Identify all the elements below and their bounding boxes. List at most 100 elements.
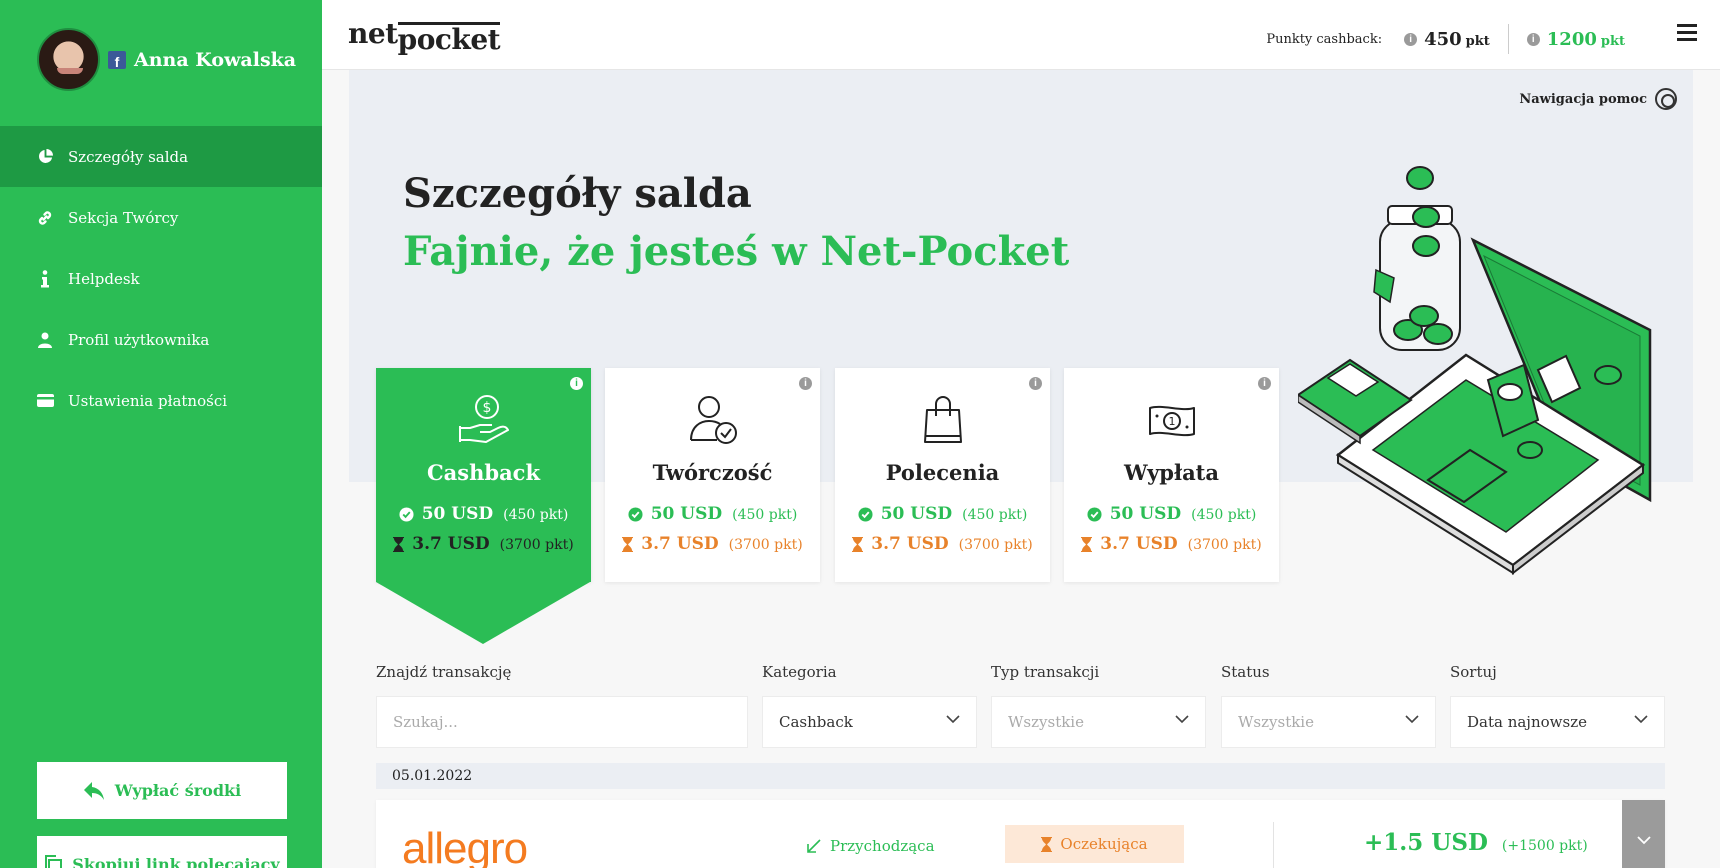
page-subtitle: Fajnie, że jesteś w Net-Pocket <box>403 228 1070 275</box>
lifebuoy-icon <box>1655 88 1677 110</box>
points-total-value: 1200 <box>1546 28 1597 50</box>
sort-label: Sortuj <box>1450 663 1497 681</box>
chevron-down-icon <box>1636 835 1651 844</box>
status-label: Status <box>1221 663 1270 681</box>
user-check-icon <box>689 396 737 444</box>
sidebar-nav: Szczegóły salda Sekcja Twórcy Helpdesk P… <box>0 126 322 431</box>
divider <box>1273 822 1274 868</box>
reply-arrow-icon <box>83 781 105 801</box>
status-select[interactable]: Wszystkie <box>1221 696 1436 748</box>
sort-select[interactable]: Data najnowsze <box>1450 696 1665 748</box>
help-label: Nawigacja pomoc <box>1519 91 1647 107</box>
amount-points: (+1500 pkt) <box>1501 838 1588 854</box>
confirmed-points: (450 pkt) <box>503 507 569 523</box>
shopping-bag-icon <box>923 396 962 443</box>
info-icon[interactable]: i <box>1526 32 1540 46</box>
date-group-header: 05.01.2022 <box>376 763 1665 789</box>
pie-chart-icon <box>36 149 54 164</box>
confirmed-balance: 50 USD (450 pkt) <box>1064 504 1279 524</box>
check-circle-icon <box>399 506 414 522</box>
hourglass-icon <box>1041 836 1053 852</box>
copy-icon <box>44 854 63 868</box>
pending-balance: 3.7 USD (3700 pkt) <box>835 534 1050 554</box>
card-referrals[interactable]: i Polecenia 50 USD (450 pkt) 3.7 USD (37… <box>835 368 1050 582</box>
card-title: Wypłata <box>1123 460 1219 485</box>
card-title: Cashback <box>426 460 541 485</box>
chevron-down-icon <box>946 715 960 724</box>
user-name[interactable]: Anna Kowalska <box>134 49 296 71</box>
pending-points: (3700 pkt) <box>958 537 1033 553</box>
check-circle-icon <box>1087 506 1102 522</box>
sidebar-item-creator[interactable]: Sekcja Twórcy <box>0 187 322 248</box>
copy-link-label: Skopiuj link polecający <box>72 855 280 868</box>
info-icon[interactable]: i <box>799 377 812 390</box>
confirmed-points: (450 pkt) <box>1191 507 1257 523</box>
search-label: Znajdź transakcję <box>376 663 512 681</box>
confirmed-amount: 50 USD <box>1109 504 1182 524</box>
credit-card-icon <box>36 394 54 407</box>
incoming-arrow-icon <box>807 839 821 853</box>
info-icon[interactable]: i <box>1258 377 1271 390</box>
laptop-money-illustration <box>1296 160 1668 590</box>
card-payout[interactable]: i 1 Wypłata 50 USD (450 pkt) 3.7 USD (37… <box>1064 368 1279 582</box>
status-label: Oczekująca <box>1060 835 1148 853</box>
check-circle-icon <box>858 506 873 522</box>
hamburger-menu-icon[interactable] <box>1677 24 1697 42</box>
search-placeholder: Szukaj... <box>393 713 458 731</box>
help-navigation-link[interactable]: Nawigacja pomoc <box>1519 88 1677 110</box>
logo-text-pocket: pocket <box>397 22 501 56</box>
info-icon[interactable]: i <box>570 377 583 390</box>
transaction-type-select[interactable]: Wszystkie <box>991 696 1206 748</box>
chevron-down-icon <box>1175 715 1189 724</box>
expand-row-button[interactable] <box>1622 800 1665 868</box>
user-profile[interactable]: f Anna Kowalska <box>37 28 296 91</box>
search-input[interactable]: Szukaj... <box>376 696 748 748</box>
pending-points: (3700 pkt) <box>1187 537 1262 553</box>
check-circle-icon <box>628 506 643 522</box>
pending-amount: 3.7 USD <box>871 534 949 554</box>
sidebar-item-helpdesk[interactable]: Helpdesk <box>0 248 322 309</box>
info-icon[interactable]: i <box>1404 32 1418 46</box>
hourglass-icon <box>1081 536 1093 552</box>
hourglass-icon <box>852 536 864 552</box>
confirmed-points: (450 pkt) <box>962 507 1028 523</box>
withdraw-button[interactable]: Wypłać środki <box>37 762 287 819</box>
transaction-row[interactable]: allegro Przychodząca Oczekująca +1.5 USD… <box>376 800 1665 868</box>
pending-amount: 3.7 USD <box>412 534 490 554</box>
confirmed-amount: 50 USD <box>421 504 494 524</box>
divider <box>1507 24 1509 54</box>
netpocket-logo[interactable]: netpocket <box>348 16 501 54</box>
sidebar: f Anna Kowalska Szczegóły salda Sekcja T… <box>0 0 322 868</box>
category-select[interactable]: Cashback <box>762 696 977 748</box>
avatar[interactable] <box>37 28 100 91</box>
sidebar-item-label: Sekcja Twórcy <box>68 208 179 227</box>
card-cashback[interactable]: i $ Cashback 50 USD (450 pkt) 3.7 USD (3… <box>376 368 591 582</box>
banknote-icon: 1 <box>1148 405 1195 437</box>
pending-balance: 3.7 USD (3700 pkt) <box>1064 534 1279 554</box>
hourglass-icon <box>393 536 405 552</box>
top-header: netpocket Punkty cashback: i 450 pkt i 1… <box>322 0 1720 70</box>
sidebar-item-profile[interactable]: Profil użytkownika <box>0 309 322 370</box>
copy-referral-link-button[interactable]: Skopiuj link polecający <box>37 836 287 868</box>
transaction-amount: +1.5 USD (+1500 pkt) <box>1364 829 1588 856</box>
info-icon[interactable]: i <box>1029 377 1042 390</box>
points-label: Punkty cashback: <box>1266 31 1383 47</box>
status-badge: Oczekująca <box>1005 825 1184 863</box>
confirmed-amount: 50 USD <box>880 504 953 524</box>
transaction-type: Przychodząca <box>806 837 935 855</box>
sidebar-item-payment-settings[interactable]: Ustawienia płatności <box>0 370 322 431</box>
info-icon <box>36 269 54 288</box>
card-creativity[interactable]: i Twórczość 50 USD (450 pkt) 3.7 USD (37… <box>605 368 820 582</box>
sidebar-item-label: Helpdesk <box>68 269 140 288</box>
date-group-label: 05.01.2022 <box>392 768 473 784</box>
user-icon <box>36 332 54 348</box>
card-title: Polecenia <box>885 460 1000 485</box>
points-confirmed-value: 450 <box>1424 28 1462 50</box>
logo-text-net: net <box>348 17 398 50</box>
category-label: Kategoria <box>762 663 837 681</box>
pending-balance: 3.7 USD (3700 pkt) <box>605 534 820 554</box>
sidebar-item-balance[interactable]: Szczegóły salda <box>0 126 322 187</box>
chevron-down-icon <box>1405 715 1419 724</box>
confirmed-points: (450 pkt) <box>732 507 798 523</box>
pending-points: (3700 pkt) <box>499 537 574 553</box>
